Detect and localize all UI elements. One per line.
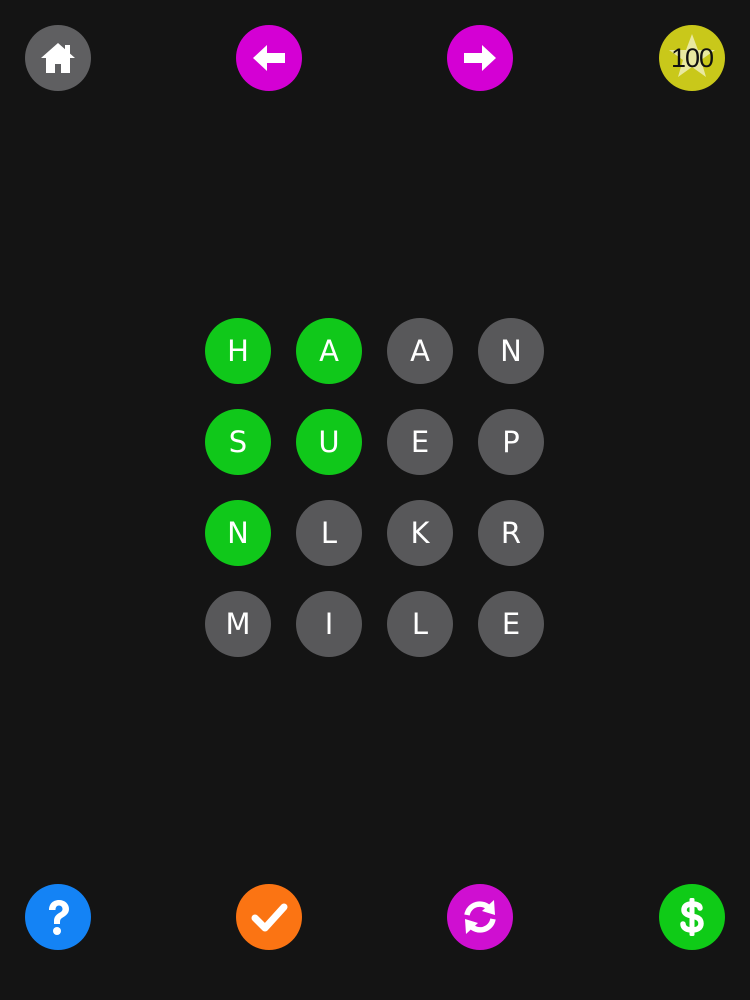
- shuffle-button[interactable]: [447, 884, 513, 950]
- submit-button[interactable]: [236, 884, 302, 950]
- checkmark-icon: [251, 903, 288, 932]
- letter-tile[interactable]: S: [205, 409, 271, 475]
- letter-tile[interactable]: M: [205, 591, 271, 657]
- letter-tile[interactable]: U: [296, 409, 362, 475]
- help-button[interactable]: [25, 884, 91, 950]
- letter-tile[interactable]: A: [387, 318, 453, 384]
- score-value: 100: [670, 42, 714, 73]
- arrow-right-icon: [464, 45, 496, 71]
- coins-button[interactable]: [659, 884, 725, 950]
- letter-tile[interactable]: N: [205, 500, 271, 566]
- letter-tile[interactable]: I: [296, 591, 362, 657]
- letter-tile[interactable]: E: [387, 409, 453, 475]
- letter-tile[interactable]: K: [387, 500, 453, 566]
- letter-tile[interactable]: A: [296, 318, 362, 384]
- letter-tile[interactable]: N: [478, 318, 544, 384]
- home-icon: [41, 43, 75, 73]
- previous-level-button[interactable]: [236, 25, 302, 91]
- question-icon: [49, 900, 69, 935]
- letter-tile[interactable]: R: [478, 500, 544, 566]
- letter-tile[interactable]: E: [478, 591, 544, 657]
- letter-tile[interactable]: L: [387, 591, 453, 657]
- letter-tile[interactable]: P: [478, 409, 544, 475]
- refresh-icon: [464, 900, 496, 934]
- letter-board: HAANSUEPNLKRMILE: [205, 318, 545, 658]
- letter-tile[interactable]: H: [205, 318, 271, 384]
- arrow-left-icon: [253, 45, 285, 71]
- home-button[interactable]: [25, 25, 91, 91]
- dollar-icon: [680, 898, 704, 936]
- next-level-button[interactable]: [447, 25, 513, 91]
- letter-tile[interactable]: L: [296, 500, 362, 566]
- score-badge: 100: [659, 25, 725, 91]
